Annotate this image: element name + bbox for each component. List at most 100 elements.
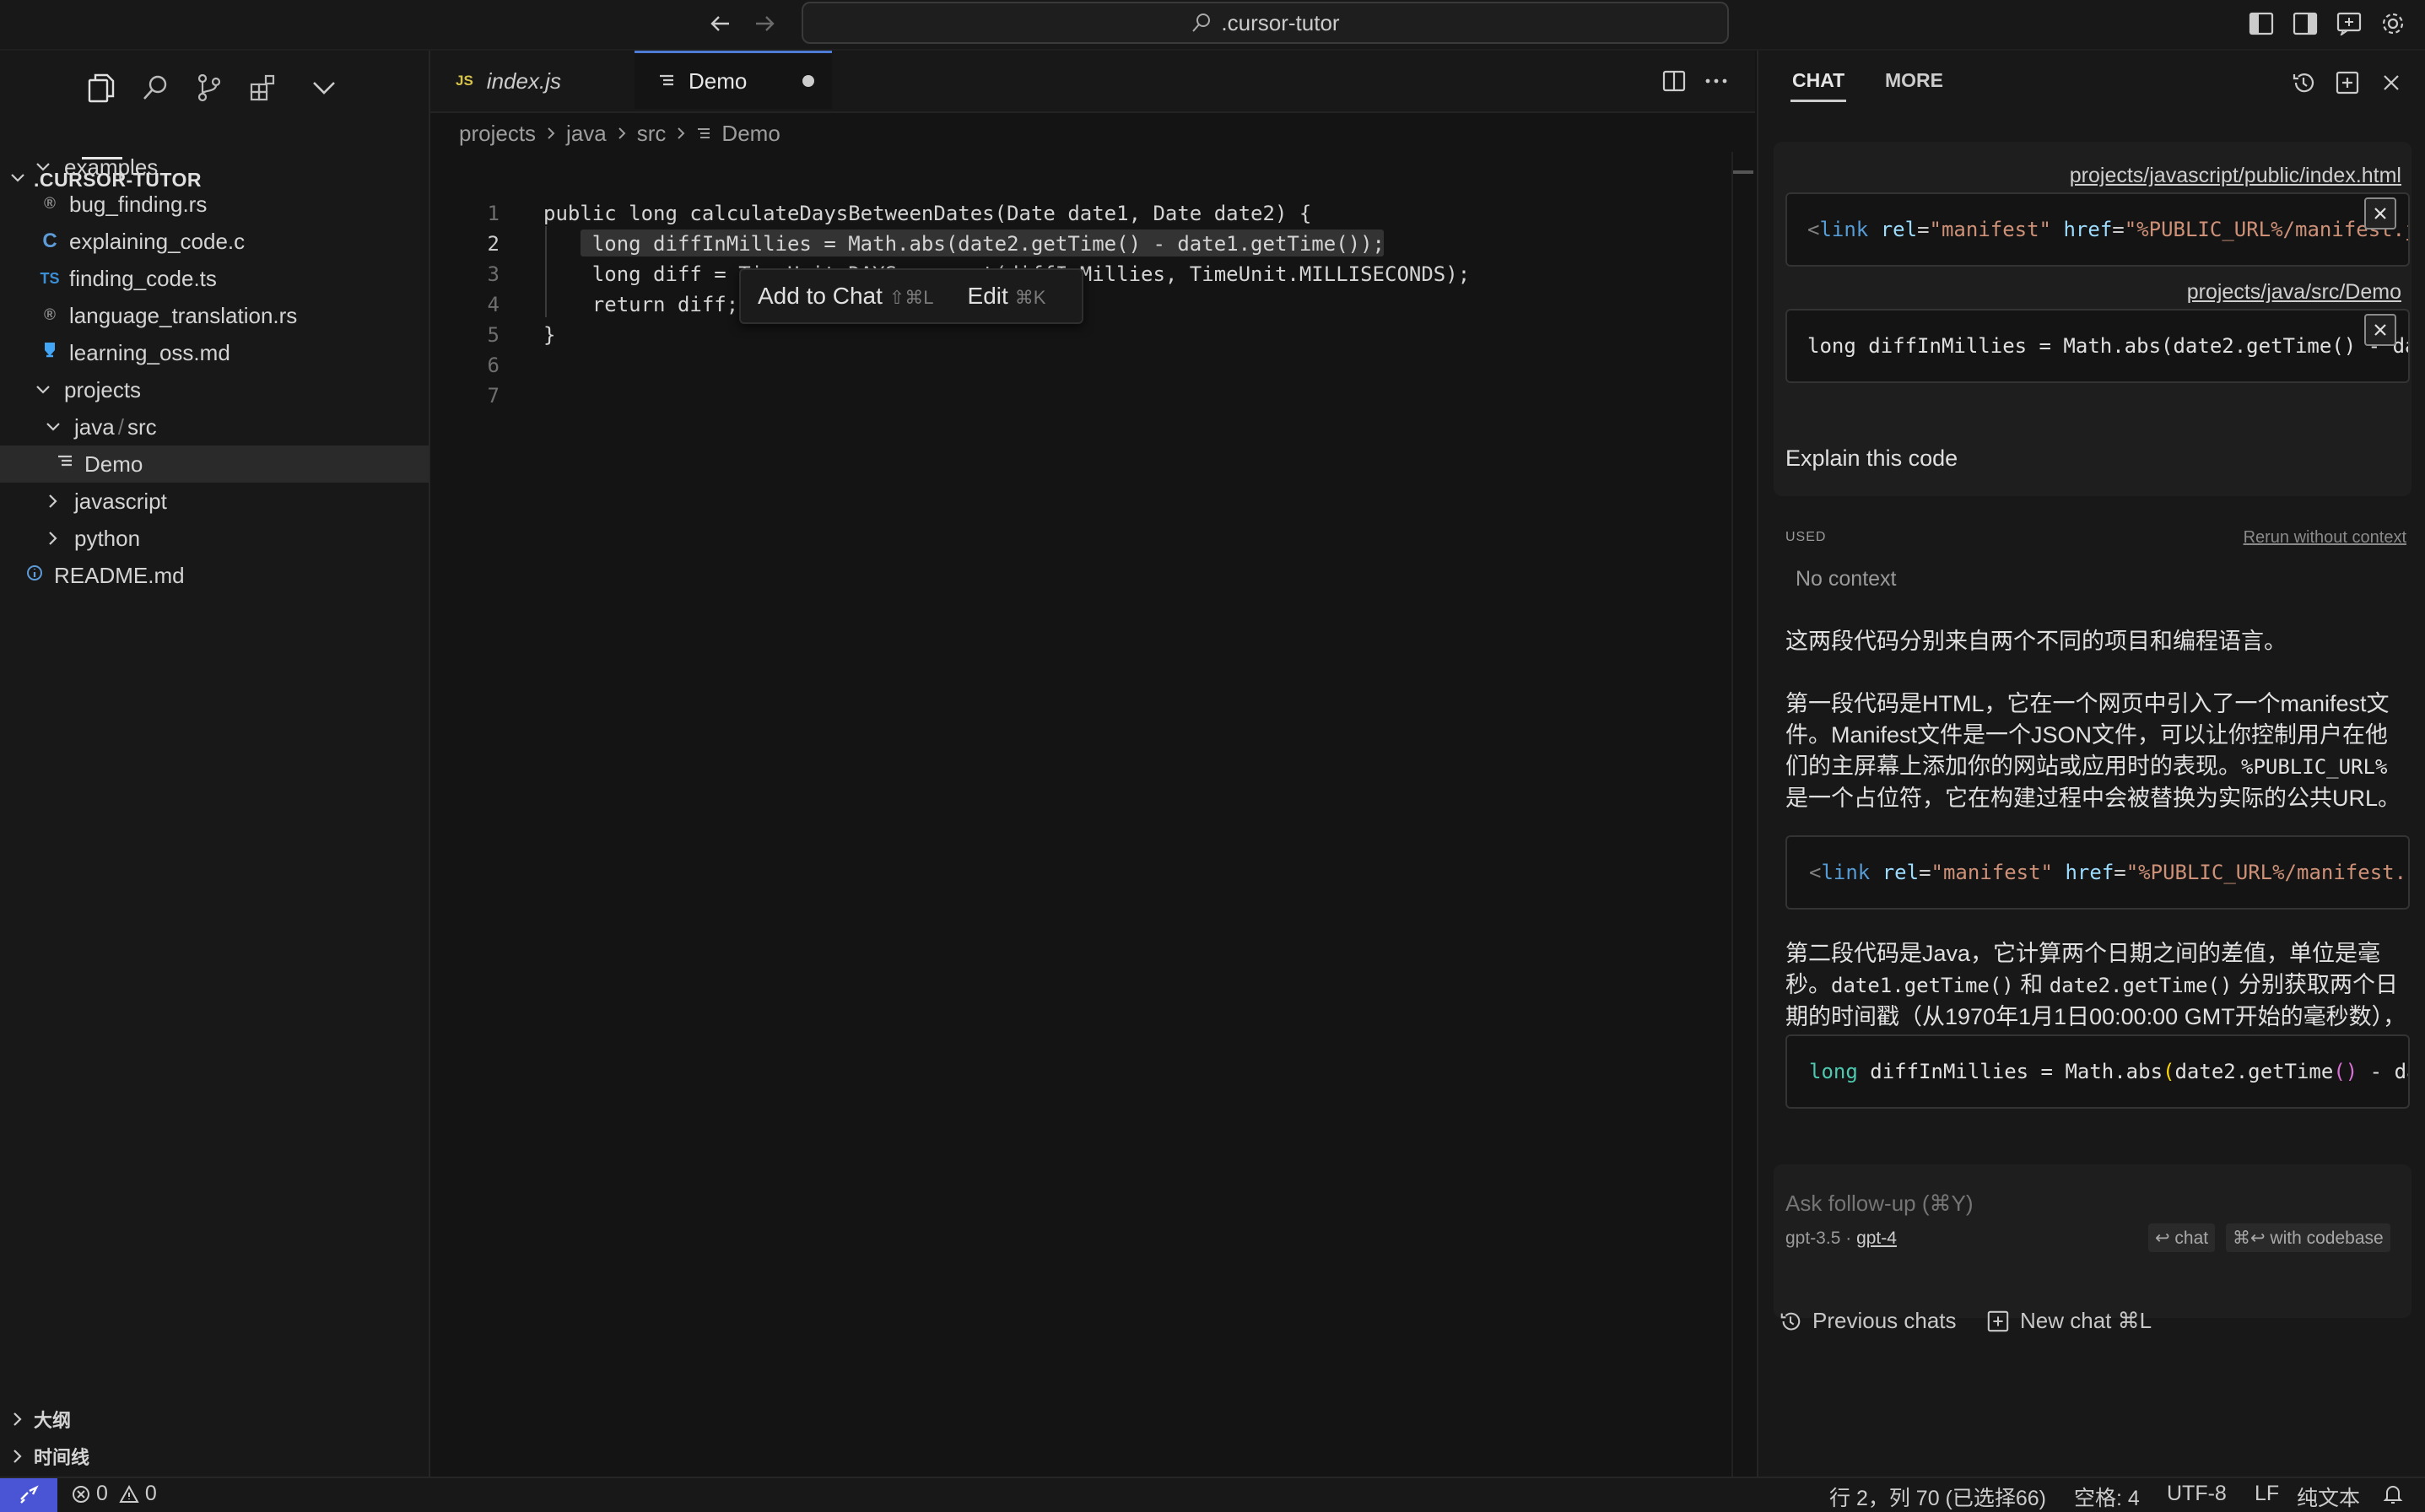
arrow-left-icon[interactable] bbox=[705, 8, 736, 39]
tab-chat[interactable]: CHAT bbox=[1792, 69, 1844, 92]
language-mode[interactable]: 纯文本 bbox=[2297, 1482, 2360, 1512]
chevron-right-icon bbox=[617, 126, 627, 141]
split-editor-icon[interactable] bbox=[1659, 66, 1689, 96]
tree-item-python[interactable]: python bbox=[0, 520, 429, 557]
model-option-selected[interactable]: gpt-4 bbox=[1856, 1228, 1897, 1248]
gear-icon[interactable] bbox=[2376, 7, 2410, 40]
problems-indicator[interactable]: 0 0 bbox=[71, 1482, 157, 1506]
tree-item-javascript[interactable]: javascript bbox=[0, 483, 429, 520]
code-line[interactable]: 4 return diff; bbox=[430, 289, 1738, 320]
info-icon bbox=[24, 564, 46, 586]
editor-tab-bar: JS index.js Demo bbox=[430, 51, 1755, 113]
toggle-secondary-sidebar-icon[interactable] bbox=[2288, 7, 2322, 40]
add-to-chat-button[interactable]: Add to Chat ⇧⌘L bbox=[758, 283, 934, 310]
code-line[interactable]: 6 bbox=[430, 350, 1738, 381]
line-number: 3 bbox=[487, 262, 500, 286]
tree-item-finding-code[interactable]: TS finding_code.ts bbox=[0, 260, 429, 297]
edit-shortcut: ⌘K bbox=[1014, 287, 1046, 308]
outline-section[interactable]: 大纲 bbox=[0, 1402, 429, 1436]
breadcrumb-item[interactable]: Demo bbox=[721, 121, 780, 147]
breadcrumb-item[interactable]: projects bbox=[459, 121, 536, 147]
toggle-primary-sidebar-icon[interactable] bbox=[2244, 7, 2278, 40]
new-chat-icon bbox=[1986, 1310, 2010, 1333]
model-selector[interactable]: gpt-3.5 · gpt-4 bbox=[1785, 1228, 1897, 1249]
more-actions-icon[interactable] bbox=[1701, 66, 1731, 96]
edit-button[interactable]: Edit ⌘K bbox=[968, 283, 1046, 310]
tree-item-readme[interactable]: README.md bbox=[0, 557, 429, 594]
chevron-down-icon bbox=[44, 418, 62, 436]
code-line[interactable]: 5 } bbox=[430, 320, 1738, 350]
close-icon[interactable] bbox=[2376, 68, 2406, 98]
search-icon[interactable] bbox=[133, 66, 177, 110]
history-icon[interactable] bbox=[2288, 68, 2319, 98]
send-chat-button[interactable]: ↩ chat bbox=[2148, 1223, 2216, 1252]
error-icon bbox=[71, 1484, 91, 1504]
breadcrumb-item[interactable]: src bbox=[637, 121, 667, 147]
remote-indicator-icon[interactable] bbox=[0, 1478, 57, 1512]
source-control-icon[interactable] bbox=[187, 66, 231, 110]
code-line[interactable]: 1 public long calculateDaysBetweenDates(… bbox=[430, 198, 1738, 229]
code-line[interactable]: 3 long diff = TimeUnit.DAYS.convert(diff… bbox=[430, 259, 1738, 289]
files-icon[interactable] bbox=[79, 66, 123, 110]
tree-item-language-translation[interactable]: ® language_translation.rs bbox=[0, 297, 429, 334]
chat-panel-icon[interactable] bbox=[2332, 7, 2366, 40]
encoding-setting[interactable]: UTF-8 bbox=[2167, 1482, 2227, 1506]
chevron-right-icon bbox=[546, 126, 556, 141]
send-with-codebase-button[interactable]: ⌘↩ with codebase bbox=[2226, 1223, 2390, 1252]
tree-item-label: explaining_code.c bbox=[69, 228, 246, 254]
context-file-link[interactable]: projects/java/src/Demo bbox=[2187, 280, 2401, 305]
tree-item-demo[interactable]: Demo bbox=[0, 446, 429, 483]
command-center-search[interactable]: .cursor-tutor bbox=[802, 2, 1729, 44]
tree-item-label: Demo bbox=[84, 451, 143, 477]
followup-input[interactable] bbox=[1784, 1181, 2395, 1225]
tree-item-label: examples bbox=[64, 154, 159, 180]
new-chat-icon[interactable] bbox=[2332, 68, 2363, 98]
tree-item-learning-oss[interactable]: learning_oss.md bbox=[0, 334, 429, 371]
new-chat-label: New chat ⌘L bbox=[2020, 1308, 2152, 1333]
no-context-text: No context bbox=[1796, 567, 1897, 591]
remove-context-button[interactable] bbox=[2364, 314, 2396, 346]
tab-index-js[interactable]: JS index.js bbox=[430, 51, 658, 111]
unsaved-dot-icon[interactable] bbox=[802, 75, 815, 87]
code-line[interactable]: 2 long diffInMillies = Math.abs(date2.ge… bbox=[430, 229, 1738, 259]
search-icon bbox=[1191, 12, 1212, 34]
tree-item-java-src[interactable]: java / src bbox=[0, 408, 429, 446]
line-number: 7 bbox=[487, 384, 500, 408]
typescript-icon: TS bbox=[40, 269, 60, 287]
code-line[interactable]: 7 bbox=[430, 381, 1738, 411]
new-chat-button[interactable]: New chat ⌘L bbox=[1986, 1308, 2152, 1334]
indentation-setting[interactable]: 空格: 4 bbox=[2074, 1482, 2140, 1512]
tree-item-bug-finding[interactable]: ® bug_finding.rs bbox=[0, 186, 429, 223]
cursor-position[interactable]: 行 2，列 70 (已选择66) bbox=[1829, 1482, 2046, 1512]
tree-item-explaining-code[interactable]: C explaining_code.c bbox=[0, 223, 429, 260]
model-option[interactable]: gpt-3.5 bbox=[1785, 1228, 1840, 1248]
context-file-link[interactable]: projects/javascript/public/index.html bbox=[2070, 164, 2401, 188]
previous-chats-label: Previous chats bbox=[1812, 1308, 1957, 1333]
tree-item-examples[interactable]: examples bbox=[0, 148, 429, 186]
tree-item-projects[interactable]: projects bbox=[0, 371, 429, 408]
title-bar: .cursor-tutor bbox=[0, 0, 2425, 51]
extensions-icon[interactable] bbox=[241, 66, 285, 110]
eol-setting[interactable]: LF bbox=[2255, 1482, 2279, 1506]
rerun-without-context-link[interactable]: Rerun without context bbox=[2244, 528, 2406, 548]
tab-demo[interactable]: Demo bbox=[635, 51, 832, 109]
used-context-label: USED bbox=[1785, 530, 1827, 544]
previous-chats-button[interactable]: Previous chats bbox=[1779, 1308, 1957, 1334]
add-to-chat-shortcut: ⇧⌘L bbox=[888, 287, 934, 308]
tree-item-label: projects bbox=[64, 376, 142, 402]
chevron-down-icon[interactable] bbox=[302, 66, 346, 110]
arrow-right-icon[interactable] bbox=[749, 8, 780, 39]
breadcrumb-item[interactable]: java bbox=[566, 121, 607, 147]
chevron-right-icon bbox=[8, 1410, 27, 1428]
rust-icon: ® bbox=[44, 306, 56, 324]
outline-label: 大纲 bbox=[34, 1410, 72, 1431]
inline-code: date2.getTime() bbox=[2049, 974, 2233, 997]
error-count: 0 bbox=[96, 1482, 108, 1505]
inline-code: date1.getTime() bbox=[1831, 974, 2014, 997]
tab-more[interactable]: MORE bbox=[1885, 69, 1943, 92]
editor-scrollbar[interactable] bbox=[1731, 152, 1757, 1477]
timeline-section[interactable]: 时间线 bbox=[0, 1439, 429, 1473]
status-bar: 0 0 行 2，列 70 (已选择66) 空格: 4 UTF-8 LF 纯文本 bbox=[0, 1477, 2425, 1512]
bell-icon[interactable] bbox=[2383, 1483, 2403, 1505]
remove-context-button[interactable] bbox=[2364, 197, 2396, 230]
